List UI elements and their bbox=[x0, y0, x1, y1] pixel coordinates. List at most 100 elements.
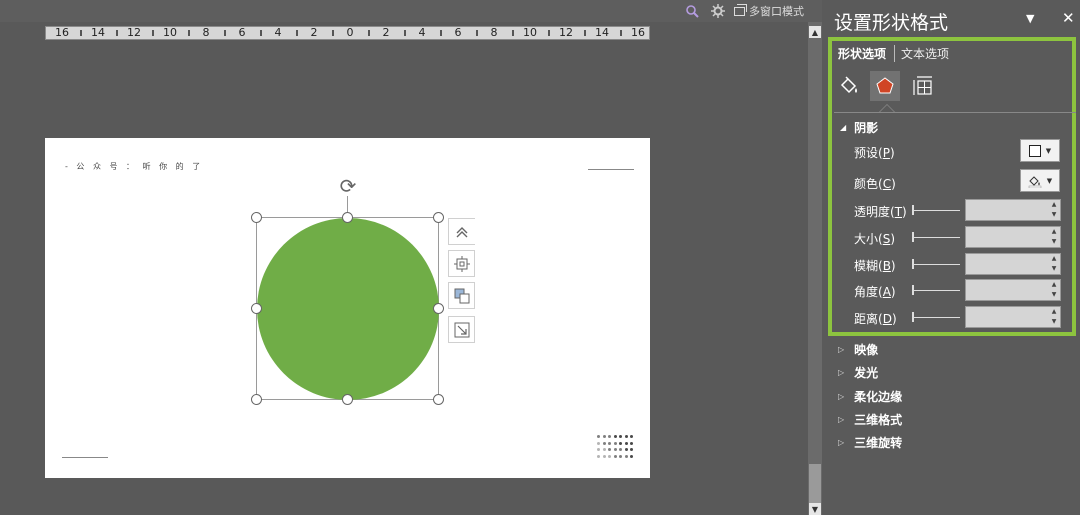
decoration-dot bbox=[602, 454, 606, 458]
spin-arrows-icon[interactable]: ▲ ▼ bbox=[1050, 228, 1058, 246]
section-label: 发光 bbox=[854, 366, 879, 380]
resize-handle-top-left[interactable] bbox=[251, 212, 262, 223]
blur-input[interactable]: ▲ ▼ bbox=[965, 253, 1061, 275]
ruler-tick-label: 10 bbox=[523, 26, 537, 39]
angle-label: 角度(A) bbox=[854, 285, 896, 299]
decoration-dot bbox=[624, 448, 628, 451]
rotate-handle-icon[interactable]: ⟳ bbox=[337, 174, 359, 198]
decoration-dot bbox=[630, 441, 633, 445]
chevron-down-icon: ▼ bbox=[1045, 146, 1052, 155]
decoration-dot bbox=[597, 435, 600, 438]
close-icon[interactable]: ✕ bbox=[1062, 9, 1075, 27]
expand-triangle-icon: ▷ bbox=[838, 345, 845, 354]
decorative-line-bottom bbox=[62, 457, 108, 458]
decoration-dot bbox=[608, 435, 611, 438]
size-input[interactable]: ▲ ▼ bbox=[965, 226, 1061, 248]
shadow-section-header[interactable]: ◢ 阴影 bbox=[840, 119, 878, 136]
distance-input[interactable]: ▲ ▼ bbox=[965, 306, 1061, 328]
paint-bucket-icon bbox=[1028, 175, 1042, 188]
section-soft-edges[interactable]: ▷ 柔化边缘 bbox=[838, 388, 902, 405]
section-label: 映像 bbox=[854, 343, 879, 357]
resize-icon[interactable] bbox=[448, 316, 475, 343]
ruler-tick-label: 12 bbox=[559, 26, 573, 39]
angle-input[interactable]: ▲ ▼ bbox=[965, 279, 1061, 301]
multi-window-label: 多窗口模式 bbox=[749, 5, 804, 18]
tab-text-options[interactable]: 文本选项 bbox=[895, 45, 949, 62]
transparency-label: 透明度(T) bbox=[854, 205, 907, 219]
resize-handle-left[interactable] bbox=[251, 303, 262, 314]
preset-dropdown[interactable]: ▼ bbox=[1020, 139, 1060, 162]
format-shape-pane: 设置形状格式 ▼ ✕ 形状选项 文本选项 ◢ 阴影 预设(P) ▼ 颜色(C) … bbox=[822, 0, 1080, 515]
section-glow[interactable]: ▷ 发光 bbox=[838, 364, 878, 381]
size-slider[interactable] bbox=[912, 232, 960, 242]
transparency-slider[interactable] bbox=[912, 205, 960, 215]
ruler-tick bbox=[512, 30, 514, 36]
scroll-up-icon[interactable]: ▲ bbox=[809, 26, 821, 38]
preset-label: 预设(P) bbox=[854, 146, 895, 160]
ruler-tick bbox=[296, 30, 298, 36]
ruler-tick bbox=[620, 30, 622, 36]
green-circle-shape[interactable] bbox=[257, 218, 439, 400]
search-icon[interactable] bbox=[682, 2, 702, 20]
decoration-dot bbox=[597, 448, 600, 451]
arrange-icon[interactable] bbox=[448, 282, 475, 309]
ruler-tick-label: 14 bbox=[595, 26, 609, 39]
blur-slider[interactable] bbox=[912, 259, 960, 269]
slider-track bbox=[914, 290, 960, 291]
option-tabs: 形状选项 文本选项 bbox=[838, 45, 949, 62]
dot-pattern-decoration bbox=[597, 435, 637, 461]
multi-window-mode-button[interactable]: 多窗口模式 bbox=[734, 2, 822, 20]
transparency-input[interactable]: ▲ ▼ bbox=[965, 199, 1061, 221]
effects-icon[interactable] bbox=[870, 71, 900, 101]
expand-triangle-icon: ▷ bbox=[838, 368, 845, 377]
decoration-dot bbox=[608, 448, 611, 451]
ruler-tick-label: 4 bbox=[274, 26, 282, 39]
ruler-tick-label: 16 bbox=[55, 26, 69, 39]
ruler-tick-label: 10 bbox=[163, 26, 177, 39]
ruler-tick bbox=[80, 30, 82, 36]
chevron-down-icon: ▼ bbox=[1046, 176, 1053, 185]
spin-arrows-icon[interactable]: ▲ ▼ bbox=[1050, 201, 1058, 219]
decoration-dot bbox=[602, 448, 606, 451]
layout-options-icon[interactable] bbox=[448, 218, 475, 245]
spin-arrows-icon[interactable]: ▲ ▼ bbox=[1050, 281, 1058, 299]
ruler-tick bbox=[476, 30, 478, 36]
ruler-tick bbox=[188, 30, 190, 36]
spin-arrows-icon[interactable]: ▲ ▼ bbox=[1050, 308, 1058, 326]
ruler-tick bbox=[368, 30, 370, 36]
pane-options-icon[interactable]: ▼ bbox=[1026, 12, 1034, 25]
scroll-down-icon[interactable]: ▼ bbox=[809, 503, 821, 515]
size-label: 大小(S) bbox=[854, 232, 895, 246]
vertical-scrollbar[interactable]: ▲ ▼ bbox=[808, 22, 822, 515]
decoration-dot bbox=[613, 454, 617, 458]
fill-line-icon[interactable] bbox=[834, 71, 864, 101]
color-dropdown[interactable]: ▼ bbox=[1020, 169, 1060, 192]
resize-handle-bottom-right[interactable] bbox=[433, 394, 444, 405]
tab-shape-options[interactable]: 形状选项 bbox=[838, 45, 896, 62]
slide-caption[interactable]: - 公 众 号 ： 听 你 的 了 bbox=[65, 161, 203, 172]
ruler-tick-label: 12 bbox=[127, 26, 141, 39]
expand-triangle-icon: ▷ bbox=[838, 415, 845, 424]
section-3d-rotation[interactable]: ▷ 三维旋转 bbox=[838, 434, 902, 451]
resize-handle-top-right[interactable] bbox=[433, 212, 444, 223]
shadow-preset-swatch-icon bbox=[1028, 144, 1041, 157]
gear-icon[interactable] bbox=[708, 2, 728, 20]
resize-handle-top[interactable] bbox=[342, 212, 353, 223]
size-properties-icon[interactable] bbox=[908, 71, 938, 101]
spin-arrows-icon[interactable]: ▲ ▼ bbox=[1050, 255, 1058, 273]
distance-slider[interactable] bbox=[912, 312, 960, 322]
resize-handle-bottom[interactable] bbox=[342, 394, 353, 405]
decoration-dot bbox=[613, 441, 617, 445]
horizontal-ruler[interactable]: 16 14 12 10 8 6 4 2 0 2 4 6 8 10 12 14 16 bbox=[45, 26, 650, 40]
angle-slider[interactable] bbox=[912, 285, 960, 295]
crop-position-icon[interactable] bbox=[448, 250, 475, 277]
resize-handle-right[interactable] bbox=[433, 303, 444, 314]
section-reflection[interactable]: ▷ 映像 bbox=[838, 341, 878, 358]
slide-canvas[interactable]: - 公 众 号 ： 听 你 的 了 ⟳ bbox=[45, 138, 650, 478]
section-3d-format[interactable]: ▷ 三维格式 bbox=[838, 411, 902, 428]
slider-track bbox=[914, 210, 960, 211]
decoration-dot bbox=[602, 441, 606, 445]
active-category-pointer bbox=[879, 104, 895, 112]
decoration-dot bbox=[602, 435, 606, 438]
resize-handle-bottom-left[interactable] bbox=[251, 394, 262, 405]
